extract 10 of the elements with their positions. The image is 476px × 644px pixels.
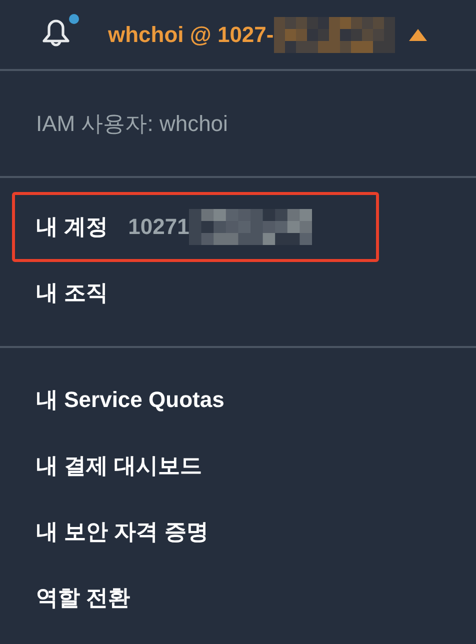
menu-link[interactable]: 내 계정 (36, 212, 108, 242)
menu-link[interactable]: 역할 전환 (0, 565, 476, 631)
account-menu-button[interactable]: whchoi @ 1027- (108, 16, 395, 52)
account-number: 10271 (128, 214, 190, 240)
caret-icon[interactable] (408, 28, 427, 40)
menu-link[interactable]: 내 결제 대시보드 (0, 433, 476, 499)
menu-link[interactable]: 내 조직 (0, 262, 476, 324)
user-info-text: IAM 사용자: whchoi (35, 110, 228, 138)
menu-link[interactable]: 내 보안 자격 증명 (0, 499, 476, 565)
menu-link[interactable]: 내 Service Quotas (0, 367, 476, 433)
